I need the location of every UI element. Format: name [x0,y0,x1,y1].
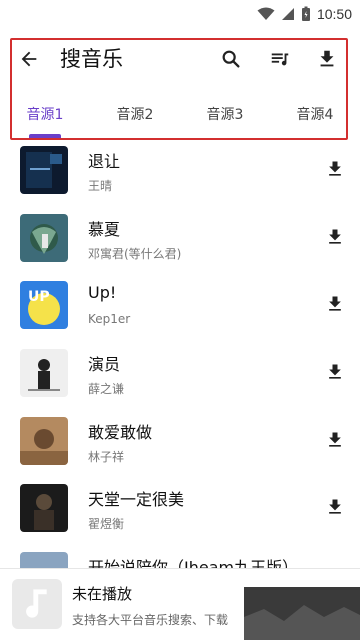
song-title: Up! [88,283,117,303]
download-button[interactable] [322,494,348,520]
list-item[interactable]: 慕夏 邓寓君(等什么君) [0,206,360,274]
tab-source-4[interactable]: 音源4 [270,90,360,138]
download-icon [329,161,341,176]
tab-label: 音源4 [296,107,334,123]
album-cover: UP [20,281,68,330]
download-icon [329,364,341,379]
source-tabs: 音源1 音源2 音源3 音源4 [0,90,360,138]
album-cover [20,213,68,262]
list-item[interactable]: 天堂一定很美 翟煜衡 [0,476,360,544]
tab-label: 音源1 [26,107,64,123]
back-button[interactable] [14,44,44,74]
search-button[interactable] [216,44,246,74]
song-artist: 王晴 [88,179,113,193]
mini-player[interactable]: 未在播放 支持各大平台音乐搜索、下载 [0,568,360,640]
download-button[interactable] [322,291,348,317]
player-title: 未在播放 [72,585,133,603]
download-icon [329,432,341,447]
song-title: 天堂一定很美 [88,490,185,510]
signal-icon [281,8,294,20]
search-icon [222,50,240,68]
tab-label: 音源3 [206,107,244,123]
download-button[interactable] [322,359,348,385]
player-cover [12,579,62,629]
download-icon [329,296,341,312]
album-cover [20,552,68,568]
status-bar: 10:50 [0,0,360,28]
download-all-button[interactable] [312,44,342,74]
svg-text:UP: UP [28,289,50,305]
music-note-icon [26,589,47,618]
song-list: 退让 王晴 慕夏 邓寓君(等什么君) UP Up! Kep1er 演员 薛之谦 [0,138,360,568]
page-title: 搜音乐 [60,47,123,71]
album-cover [20,484,68,533]
tab-source-3[interactable]: 音源3 [180,90,270,138]
download-button[interactable] [322,427,348,453]
song-title: 敢爱敢做 [88,422,153,442]
song-artist: Kep1er [88,312,131,327]
song-title: 演员 [88,355,121,375]
album-cover [20,416,68,465]
song-artist: 邓寓君(等什么君) [88,246,182,261]
song-artist: 薛之谦 [88,382,125,397]
download-button[interactable] [322,224,348,250]
song-title: 开始说陪你（Jheam九王版） [88,558,299,568]
song-title: 退让 [88,152,121,171]
song-artist: 林子祥 [88,449,125,464]
list-item[interactable]: UP Up! Kep1er [0,273,360,341]
player-subtitle: 支持各大平台音乐搜索、下载 [72,613,229,627]
list-item[interactable]: 敢爱敢做 林子祥 [0,409,360,477]
tab-source-1[interactable]: 音源1 [0,90,90,138]
download-icon [320,50,334,67]
player-background-art [244,587,360,640]
playlist-icon [271,53,289,66]
song-title: 慕夏 [88,219,121,239]
list-item[interactable]: 演员 薛之谦 [0,341,360,409]
album-cover [20,349,68,398]
download-icon [329,499,341,515]
battery-icon [301,6,310,21]
list-item[interactable]: 开始说陪你（Jheam九王版） [0,544,360,568]
app-bar: 搜音乐 音源1 音源2 音源3 音源4 [0,28,360,146]
download-button[interactable] [322,156,348,182]
toolbar: 搜音乐 [0,38,360,82]
wifi-icon [257,7,275,20]
download-icon [329,229,341,244]
clock: 10:50 [316,6,352,22]
back-arrow-icon [21,51,37,67]
song-artist: 翟煜衡 [88,517,125,532]
list-item[interactable]: 退让 王晴 [0,138,360,206]
tab-label: 音源2 [116,107,154,123]
tab-source-2[interactable]: 音源2 [90,90,180,138]
album-cover [20,146,68,194]
playlist-button[interactable] [265,44,295,74]
